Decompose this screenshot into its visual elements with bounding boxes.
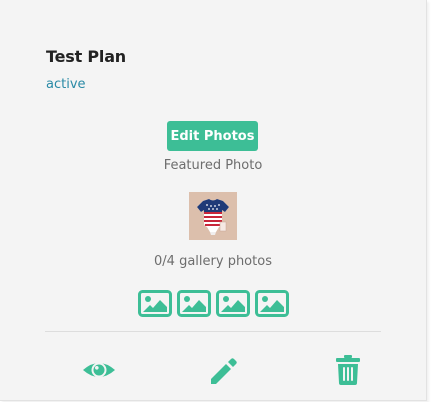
image-placeholder-icon — [255, 290, 289, 317]
image-placeholder-icon — [138, 290, 172, 317]
featured-photo-label: Featured Photo — [163, 158, 263, 173]
gallery-slots — [138, 290, 290, 318]
gallery-slot-4[interactable] — [255, 290, 289, 317]
onesie-photo — [189, 192, 237, 240]
pencil-icon — [211, 358, 237, 384]
featured-photo-thumbnail[interactable] — [189, 192, 237, 240]
view-button[interactable] — [82, 354, 116, 386]
edit-photos-button[interactable]: Edit Photos — [167, 121, 258, 151]
eye-icon — [83, 362, 115, 378]
gallery-slot-1[interactable] — [138, 290, 172, 317]
actions-divider — [45, 331, 381, 332]
gallery-count-label: 0/4 gallery photos — [154, 254, 272, 269]
gallery-slot-3[interactable] — [216, 290, 250, 317]
trash-icon — [336, 355, 360, 385]
image-placeholder-icon — [216, 290, 250, 317]
gallery-slot-2[interactable] — [177, 290, 211, 317]
delete-button[interactable] — [335, 354, 361, 386]
edit-button[interactable] — [208, 354, 238, 386]
plan-title: Test Plan — [46, 47, 126, 66]
plan-status: active — [46, 77, 86, 92]
plan-card: Test Plan active Edit Photos Featured Ph… — [0, 0, 427, 401]
image-placeholder-icon — [177, 290, 211, 317]
